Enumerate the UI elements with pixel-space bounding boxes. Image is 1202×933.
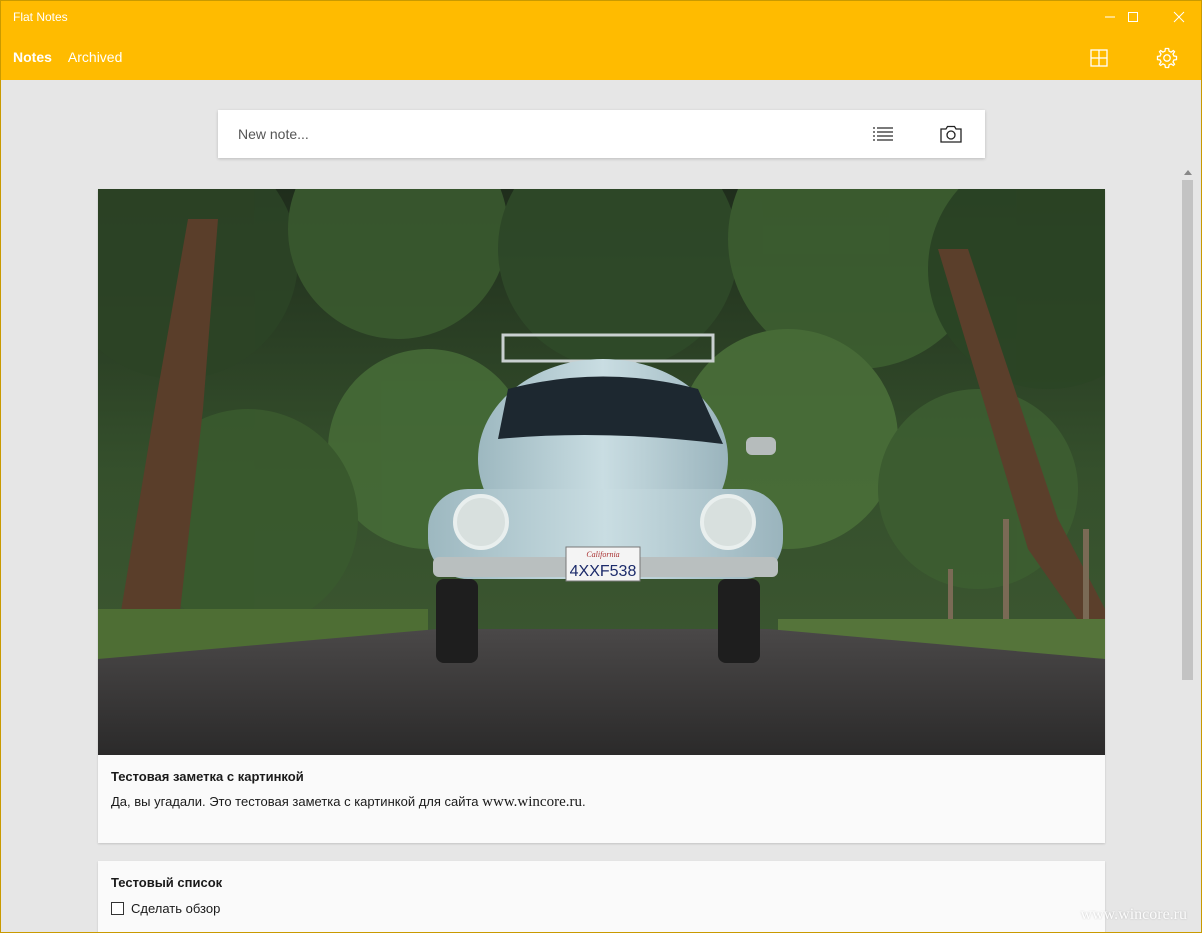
new-checklist-button[interactable] xyxy=(871,122,895,146)
scroll-up-icon[interactable] xyxy=(1184,170,1192,175)
app-header: Flat Notes Notes Archived xyxy=(1,1,1201,80)
settings-button[interactable] xyxy=(1155,46,1179,70)
checklist-checkbox[interactable] xyxy=(111,902,124,915)
tab-archived[interactable]: Archived xyxy=(68,49,122,65)
gear-icon xyxy=(1156,47,1178,69)
watermark: www.wincore.ru xyxy=(1080,906,1187,923)
note-body-end: . xyxy=(582,794,586,809)
nav-tabs: Notes Archived xyxy=(13,49,122,65)
grid-view-icon xyxy=(1090,49,1108,67)
note-title: Тестовый список xyxy=(111,875,223,890)
new-note-bar xyxy=(218,110,985,158)
note-card[interactable]: California 4XXF538 Тестовая заметка с ка… xyxy=(98,189,1105,843)
new-note-input[interactable] xyxy=(238,110,838,158)
checklist-icon xyxy=(873,127,893,141)
maximize-button[interactable] xyxy=(1110,1,1156,33)
checklist-item-label: Сделать обзор xyxy=(131,901,221,916)
plate-state-text: California xyxy=(586,550,619,559)
note-body: Да, вы угадали. Это тестовая заметка с к… xyxy=(111,794,586,811)
camera-icon xyxy=(940,125,962,143)
note-card[interactable]: Тестовый список Сделать обзор xyxy=(98,861,1105,932)
tab-notes[interactable]: Notes xyxy=(13,49,52,65)
note-image: California 4XXF538 xyxy=(98,189,1105,755)
note-body-text: Да, вы угадали. Это тестовая заметка с к… xyxy=(111,794,483,809)
close-button[interactable] xyxy=(1156,1,1201,33)
close-icon xyxy=(1173,11,1185,23)
note-title: Тестовая заметка с картинкой xyxy=(111,769,304,784)
checklist-item: Сделать обзор xyxy=(111,901,220,916)
window-title: Flat Notes xyxy=(13,10,68,24)
grid-view-button[interactable] xyxy=(1087,46,1111,70)
scroll-thumb[interactable] xyxy=(1182,180,1193,680)
note-body-link: www.wincore.ru xyxy=(482,794,582,810)
maximize-icon xyxy=(1128,12,1138,22)
plate-number-text: 4XXF538 xyxy=(570,563,637,580)
app-window: Flat Notes Notes Archived New note... Ca… xyxy=(0,0,1202,933)
add-photo-button[interactable] xyxy=(939,122,963,146)
scrollbar[interactable] xyxy=(1181,168,1195,932)
